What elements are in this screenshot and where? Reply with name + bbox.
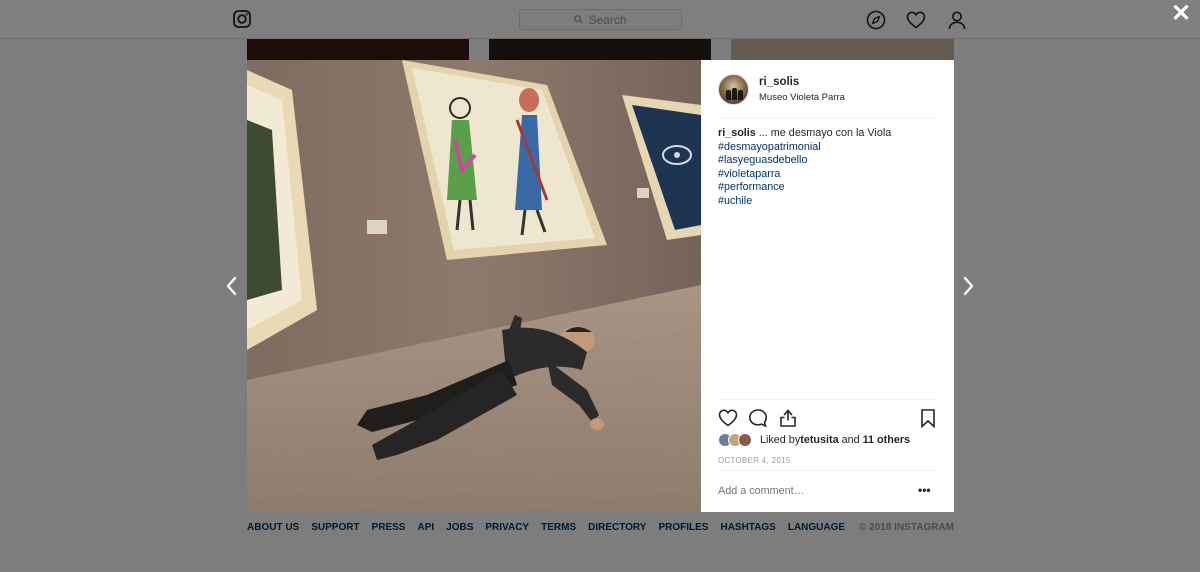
more-options-button[interactable]: ••• — [918, 483, 931, 497]
hashtag-link[interactable]: #violetaparra — [718, 168, 938, 182]
share-icon[interactable] — [778, 408, 798, 428]
comment-form: ••• — [718, 470, 938, 512]
likes-others-link[interactable]: 11 others — [863, 434, 910, 446]
post-header: ri_solis Museo Violeta Parra — [718, 72, 938, 118]
likes-prefix: Liked by — [760, 434, 801, 446]
avatar[interactable] — [718, 74, 749, 105]
caption-username[interactable]: ri_solis — [718, 127, 756, 139]
hashtag-link[interactable]: #desmayopatrimonial — [718, 141, 938, 155]
location-link[interactable]: Museo Violeta Parra — [759, 92, 845, 103]
chevron-left-icon[interactable] — [225, 276, 239, 296]
hashtag-link[interactable]: #lasyeguasdebello — [718, 154, 938, 168]
bookmark-icon[interactable] — [918, 408, 938, 428]
like-heart-icon[interactable] — [718, 408, 738, 428]
post-photo[interactable] — [247, 60, 701, 512]
username-link[interactable]: ri_solis — [759, 76, 799, 88]
hashtag-link[interactable]: #uchile — [718, 195, 938, 209]
comment-input[interactable] — [718, 485, 898, 497]
caption-text: ... me desmayo con la Viola — [755, 127, 892, 139]
post-actions — [718, 399, 938, 429]
liker-username-link[interactable]: tetusita — [800, 434, 838, 446]
post-sidebar: ri_solis Museo Violeta Parra ri_solis ..… — [701, 60, 954, 512]
hashtag-link[interactable]: #performance — [718, 181, 938, 195]
post-modal: ri_solis Museo Violeta Parra ri_solis ..… — [247, 60, 954, 512]
close-button[interactable]: ✕ — [1171, 2, 1191, 26]
comment-bubble-icon[interactable] — [748, 408, 768, 428]
likes-middle: and — [838, 434, 863, 446]
chevron-right-icon[interactable] — [961, 276, 975, 296]
liker-avatars[interactable] — [718, 432, 760, 448]
likes-summary: Liked by tetusita and 11 others — [718, 432, 938, 448]
avatar — [738, 433, 752, 447]
post-caption: ri_solis ... me desmayo con la Viola #de… — [718, 127, 938, 209]
post-date: OCTOBER 4, 2015 — [718, 456, 791, 465]
post-image — [247, 60, 701, 512]
